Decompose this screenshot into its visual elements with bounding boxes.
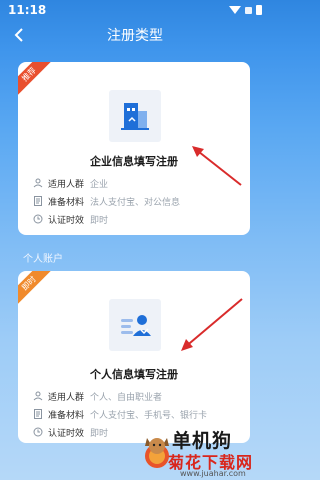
info-row-materials: 准备材料 个人支付宝、手机号、银行卡 [32,405,207,423]
status-bar: 11:18 [0,0,270,20]
info-label: 认证时效 [48,215,85,226]
info-row-audience: 适用人群 个人、自由职业者 [32,387,207,405]
info-label: 认证时效 [48,428,85,439]
wifi-icon [229,6,241,14]
person-icon [32,177,44,189]
info-value: 个人支付宝、手机号、银行卡 [90,410,208,421]
company-building-icon [109,90,161,142]
title-bar: 注册类型 [0,20,270,50]
personal-id-icon [109,299,161,351]
info-value: 即时 [90,215,109,226]
document-icon [32,408,44,420]
annotation-arrow-company [192,146,242,186]
info-label: 准备材料 [48,410,85,421]
info-value: 企业 [90,179,109,190]
info-label: 适用人群 [48,392,85,403]
instant-ribbon: 即时 [18,271,55,309]
info-value: 即时 [90,428,109,439]
person-icon [32,390,44,402]
info-row-timing: 认证时效 即时 [32,210,180,228]
personal-card-title: 个人信息填写注册 [90,368,178,381]
battery-icon [256,5,262,15]
signal-icon [245,6,252,14]
recommend-ribbon: 推荐 [18,62,55,100]
clock-icon [32,426,44,438]
annotation-arrow-personal [181,298,243,351]
back-arrow-icon[interactable] [10,26,28,44]
status-time: 11:18 [8,3,47,17]
info-label: 适用人群 [48,179,85,190]
watermark: 单机狗 菊花下载网 www.juahar.com [132,426,270,480]
info-label: 准备材料 [48,197,85,208]
document-icon [32,195,44,207]
info-row-materials: 准备材料 法人支付宝、对公信息 [32,192,180,210]
clock-icon [32,213,44,225]
company-info-list: 适用人群 企业 准备材料 法人支付宝、对公信息 认证时效 即时 [32,174,180,228]
status-icons [229,5,262,15]
personal-section-label: 个人账户 [23,254,63,265]
info-value: 法人支付宝、对公信息 [90,197,181,208]
info-value: 个人、自由职业者 [90,392,163,403]
info-row-audience: 适用人群 企业 [32,174,180,192]
page-title: 注册类型 [107,28,163,44]
watermark-url: www.juahar.com [180,469,246,478]
